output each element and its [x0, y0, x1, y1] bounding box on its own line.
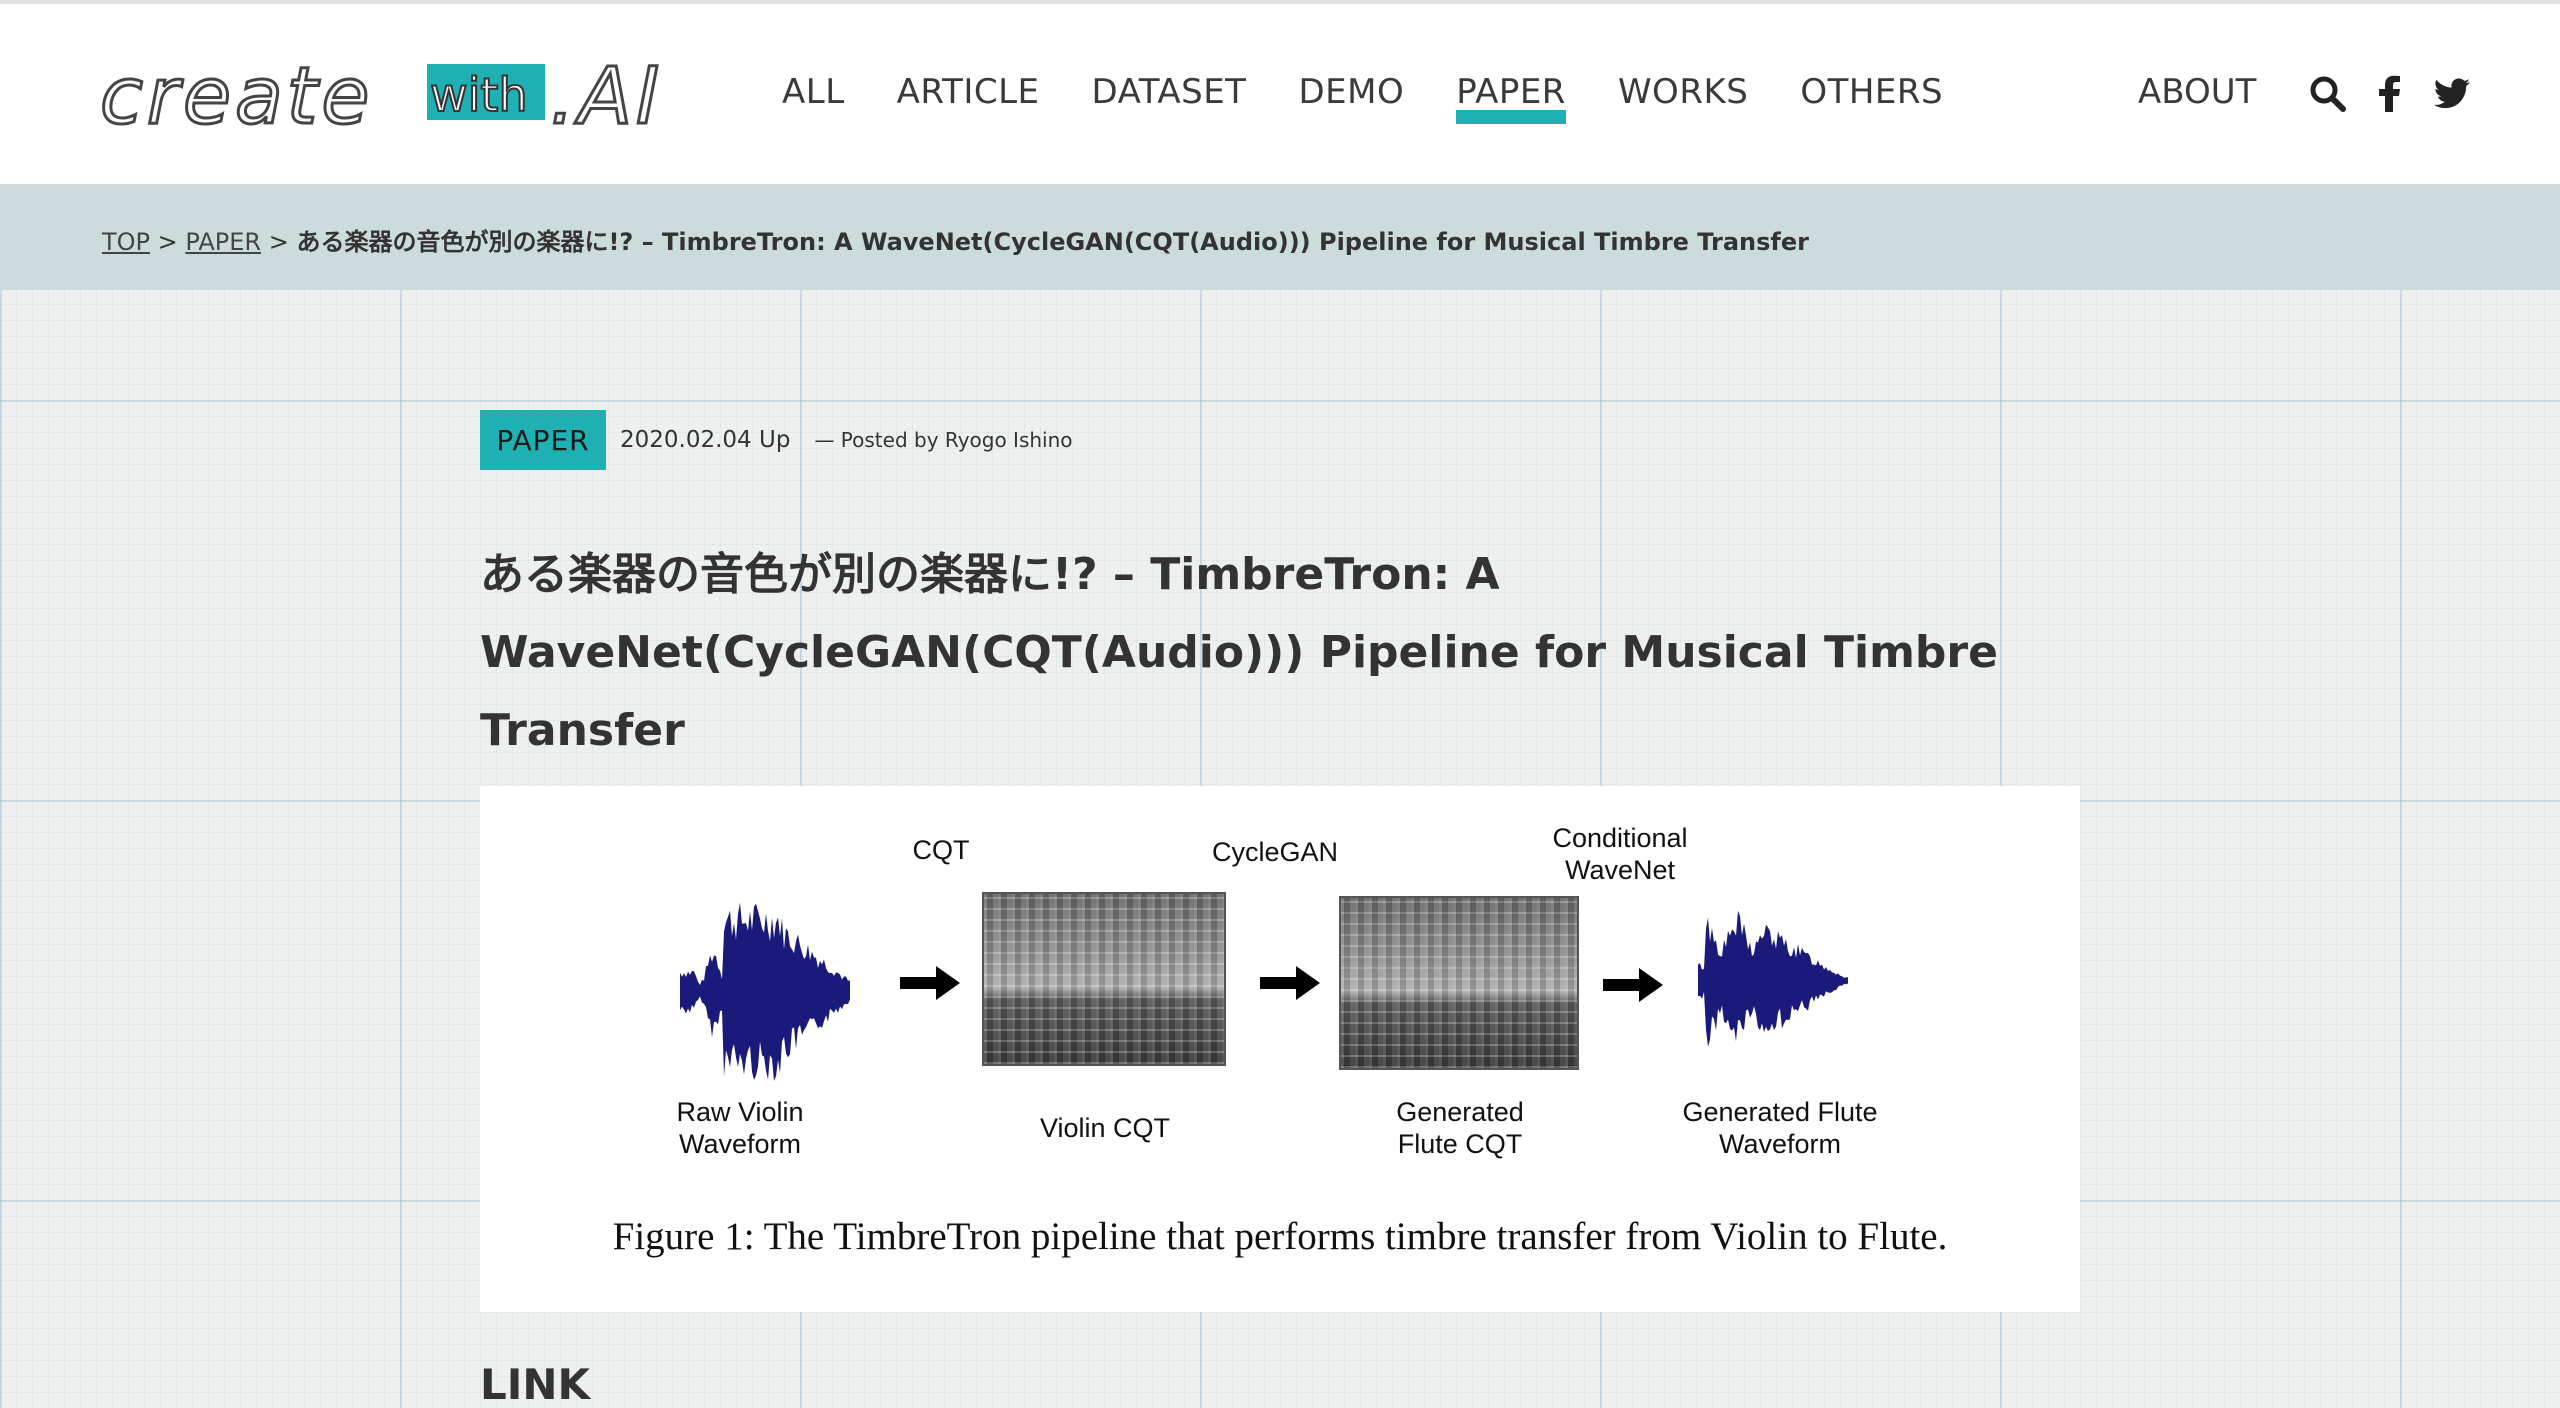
article-title: ある楽器の音色が別の楽器に!? – TimbreTron: A WaveNet(… [480, 536, 2080, 770]
logo-with-text: with [429, 67, 529, 123]
arrow-right-icon [900, 966, 960, 1000]
breadcrumb-separator: > [150, 228, 186, 256]
article-meta: PAPER 2020.02.04 Up — Posted by Ryogo Is… [480, 410, 1073, 470]
site-logo[interactable]: create with .AI [98, 51, 680, 144]
figure-label-wavenet-line1: Conditional [1552, 823, 1688, 853]
breadcrumb-top-link[interactable]: TOP [102, 228, 150, 256]
raw-violin-waveform [680, 902, 850, 1081]
figure-label-raw: Raw Violin Waveform [650, 1096, 830, 1160]
article-title-line2: WaveNet(CycleGAN(CQT(Audio))) Pipeline f… [480, 627, 1998, 756]
figure-label-wavenet: Conditional WaveNet [1540, 822, 1700, 886]
article-title-line1: ある楽器の音色が別の楽器に!? – TimbreTron: A [480, 549, 1500, 600]
nav-item-others[interactable]: OTHERS [1800, 72, 1943, 112]
breadcrumb-paper-link[interactable]: PAPER [185, 228, 261, 256]
breadcrumb-current: ある楽器の音色が別の楽器に!? – TimbreTron: A WaveNet(… [296, 228, 1809, 256]
site-header: create with .AI ALL ARTICLE DATASET DEMO… [0, 0, 2560, 184]
nav-item-article[interactable]: ARTICLE [897, 72, 1040, 112]
breadcrumb: TOP > PAPER > ある楽器の音色が別の楽器に!? – TimbreTr… [102, 222, 1809, 257]
figure-label-generated-waveform: Generated Flute Waveform [1660, 1096, 1900, 1160]
nav-item-demo[interactable]: DEMO [1298, 72, 1404, 112]
figure-label-raw-line2: Waveform [678, 1129, 801, 1159]
main-nav: ALL ARTICLE DATASET DEMO PAPER WORKS OTH… [782, 72, 1995, 124]
figure-label-raw-line1: Raw Violin [676, 1097, 804, 1127]
category-badge[interactable]: PAPER [480, 410, 606, 470]
generated-flute-waveform [1698, 910, 1848, 1047]
link-section-heading: LINK [480, 1360, 591, 1408]
nav-item-dataset[interactable]: DATASET [1092, 72, 1247, 112]
post-date: 2020.02.04 Up [620, 427, 791, 453]
figure-label-cyclegan: CycleGAN [1211, 837, 1339, 867]
nav-item-all[interactable]: ALL [782, 72, 845, 112]
arrow-right-icon [1260, 966, 1320, 1000]
facebook-icon[interactable] [2370, 74, 2410, 114]
twitter-icon[interactable] [2432, 74, 2472, 114]
figure-label-generated-waveform-line2: Waveform [1718, 1129, 1841, 1159]
social-icons [2308, 74, 2472, 114]
arrow-right-icon [1603, 968, 1663, 1002]
figure-label-violin-cqt: Violin CQT [1039, 1113, 1171, 1143]
logo-ai-text: .AI [548, 51, 664, 144]
figure-label-cqt: CQT [912, 835, 970, 865]
figure-label-generated-waveform-line1: Generated Flute [1682, 1097, 1878, 1127]
logo-create-text: create [98, 51, 374, 144]
search-icon[interactable] [2308, 74, 2348, 114]
breadcrumb-bar: TOP > PAPER > ある楽器の音色が別の楽器に!? – TimbreTr… [0, 184, 2560, 290]
violin-cqt-spectrogram [982, 892, 1226, 1066]
figure-caption: Figure 1: The TimbreTron pipeline that p… [612, 1215, 1948, 1258]
nav-item-works[interactable]: WORKS [1618, 72, 1748, 112]
figure-label-generated-cqt-line1: Generated [1396, 1097, 1524, 1127]
post-author: — Posted by Ryogo Ishino [814, 428, 1073, 452]
figure-label-wavenet-line2: WaveNet [1564, 855, 1676, 885]
nav-item-paper[interactable]: PAPER [1456, 72, 1566, 124]
pipeline-figure: CQT CycleGAN Conditional WaveNet Raw Vio… [480, 786, 2080, 1312]
nav-item-about[interactable]: ABOUT [2138, 72, 2256, 112]
figure-label-generated-cqt: Generated Flute CQT [1360, 1096, 1560, 1160]
flute-cqt-spectrogram [1339, 896, 1579, 1070]
breadcrumb-separator: > [261, 228, 297, 256]
figure-label-generated-cqt-line2: Flute CQT [1397, 1129, 1523, 1159]
